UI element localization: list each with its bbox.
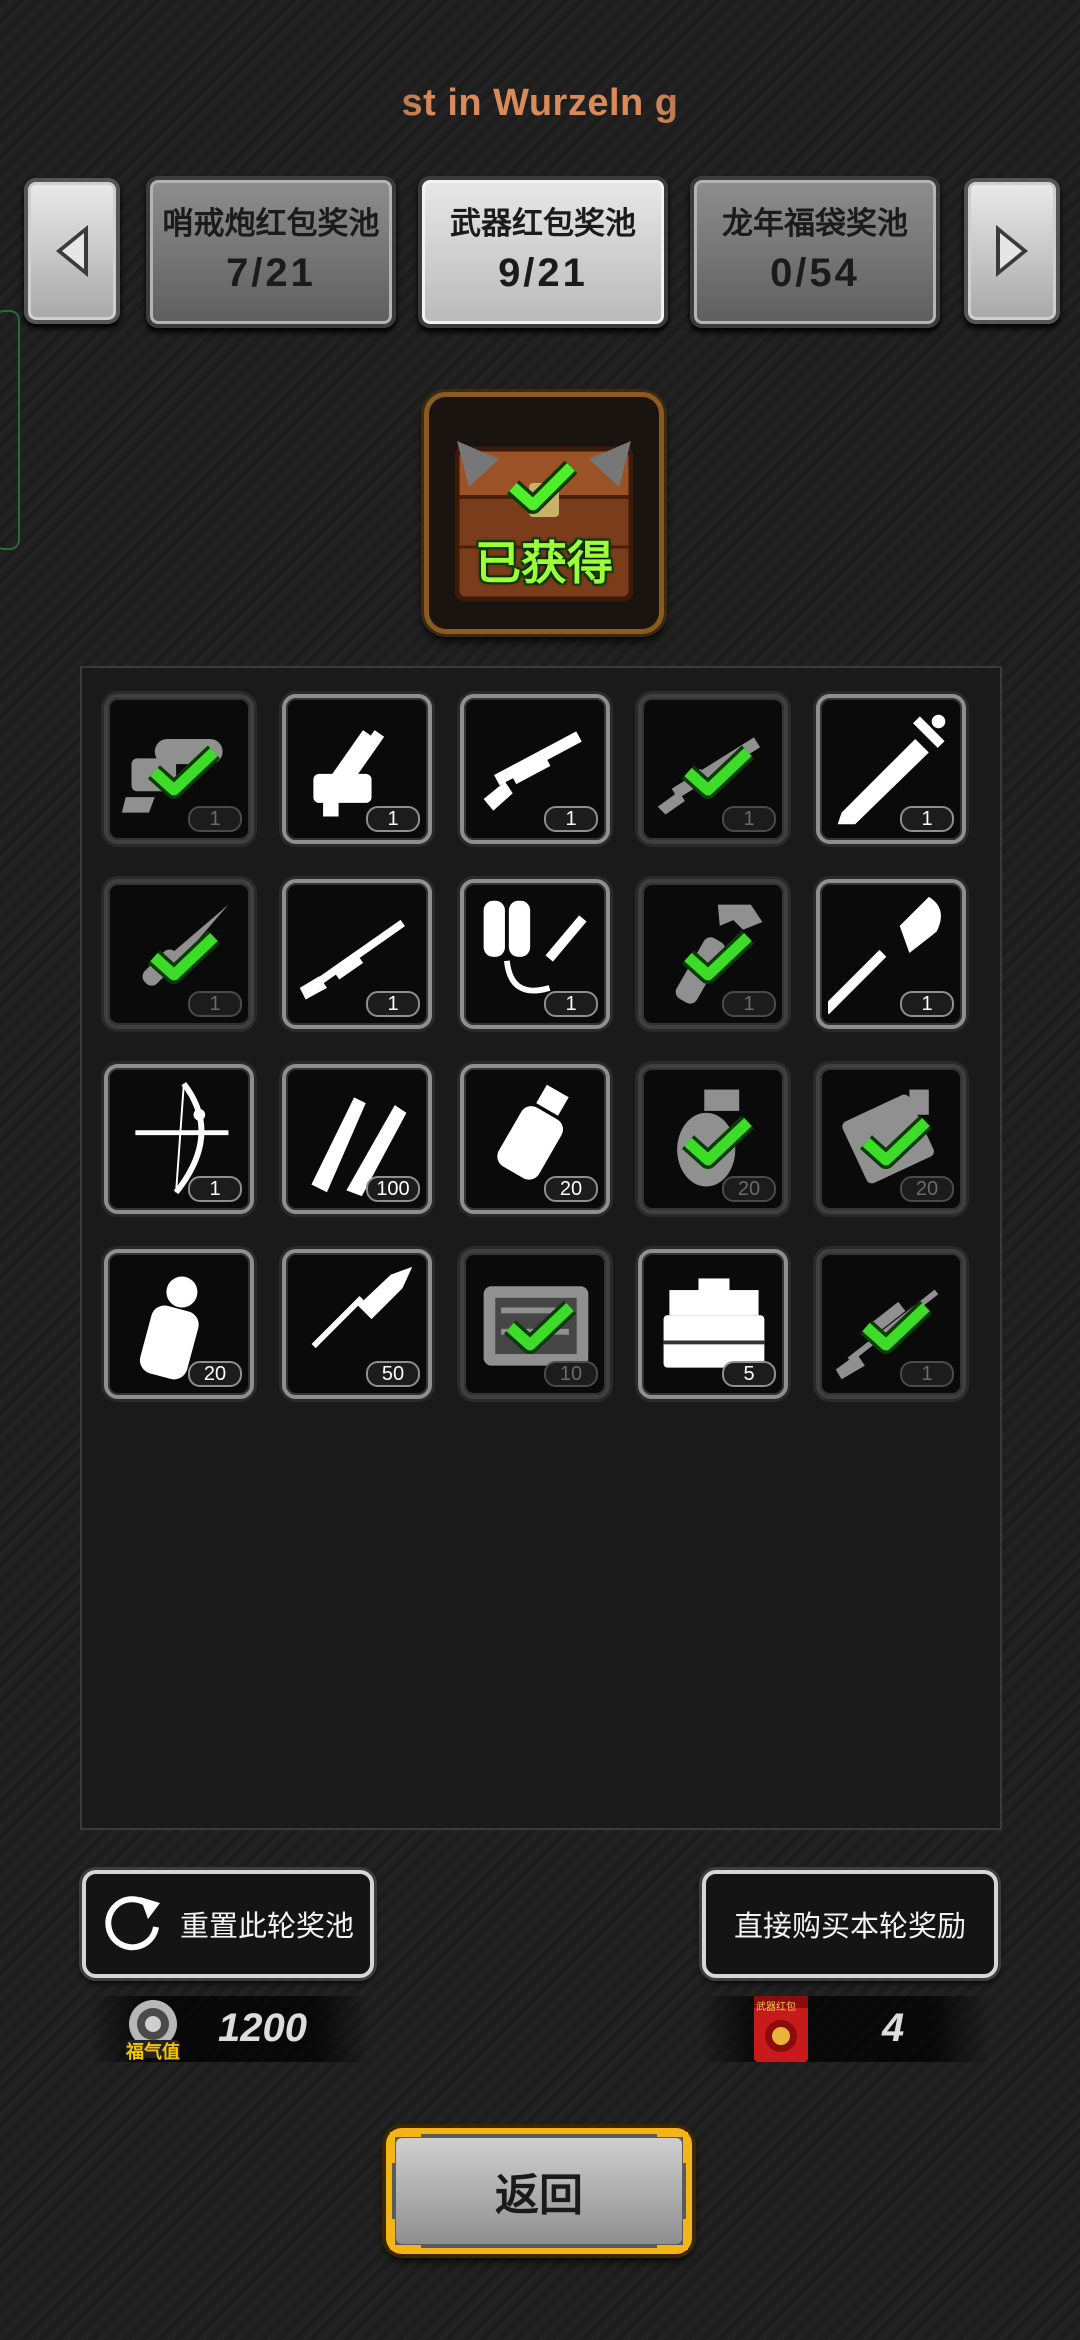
tab-weapon-pool[interactable]: 武器红包奖池 9/21 xyxy=(418,176,668,328)
prev-pool-button[interactable] xyxy=(24,178,120,324)
obtained-label: 已获得 xyxy=(475,537,613,589)
reward-slot[interactable]: 5 xyxy=(638,1249,788,1399)
reward-quantity: 1 xyxy=(188,991,242,1017)
next-pool-button[interactable] xyxy=(964,178,1060,324)
reset-pool-button[interactable]: 重置此轮奖池 xyxy=(82,1870,374,1978)
back-label: 返回 xyxy=(495,2171,583,2220)
arrow-right-icon xyxy=(996,225,1028,277)
side-panel-edge[interactable] xyxy=(0,310,20,550)
reward-quantity: 20 xyxy=(188,1361,242,1387)
buy-rewards-label: 直接购买本轮奖励 xyxy=(733,1911,966,1943)
red-envelope-caption: 武器红包 xyxy=(756,2002,796,2013)
reward-slot[interactable]: 1 xyxy=(460,694,610,844)
tab-progress: 0/54 xyxy=(770,251,860,295)
reward-slot[interactable]: 1 xyxy=(816,694,966,844)
grand-prize-chest[interactable]: 已获得 xyxy=(424,392,664,634)
scrolling-title: st in Wurzeln g xyxy=(401,82,679,124)
reward-slot[interactable]: 20 xyxy=(638,1064,788,1214)
reward-quantity: 1 xyxy=(900,1361,954,1387)
reward-slot[interactable]: 100 xyxy=(282,1064,432,1214)
checkmark-icon xyxy=(682,745,754,799)
reward-quantity: 100 xyxy=(366,1176,420,1202)
checkmark-icon xyxy=(860,1115,932,1169)
reward-quantity: 1 xyxy=(188,1176,242,1202)
reward-quantity: 20 xyxy=(900,1176,954,1202)
reward-slot[interactable]: 20 xyxy=(460,1064,610,1214)
reward-slot[interactable]: 1 xyxy=(460,879,610,1029)
reward-quantity: 1 xyxy=(722,991,776,1017)
reward-slot[interactable]: 1 xyxy=(104,694,254,844)
checkmark-icon xyxy=(507,460,577,514)
reward-slot[interactable]: 1 xyxy=(282,694,432,844)
reward-quantity: 20 xyxy=(722,1176,776,1202)
reward-slot[interactable]: 1 xyxy=(638,694,788,844)
checkmark-icon xyxy=(148,745,220,799)
refresh-icon xyxy=(105,1896,160,1951)
checkmark-icon xyxy=(148,930,220,984)
reward-quantity: 1 xyxy=(544,991,598,1017)
reset-pool-label: 重置此轮奖池 xyxy=(179,1911,354,1943)
reward-slot[interactable]: 20 xyxy=(816,1064,966,1214)
tab-progress: 7/21 xyxy=(226,251,316,295)
checkmark-icon xyxy=(682,930,754,984)
reward-quantity: 1 xyxy=(900,806,954,832)
fortune-points-value: 1200 xyxy=(218,2006,307,2050)
reward-quantity: 1 xyxy=(900,991,954,1017)
checkmark-icon xyxy=(860,1300,932,1354)
reward-slot[interactable]: 1 xyxy=(104,879,254,1029)
reward-quantity: 1 xyxy=(366,806,420,832)
reward-slot[interactable]: 1 xyxy=(282,879,432,1029)
back-button[interactable]: 返回 xyxy=(386,2128,692,2254)
reward-quantity: 20 xyxy=(544,1176,598,1202)
frame-corner xyxy=(390,2132,421,2163)
tab-title: 龙年福袋奖池 xyxy=(722,206,908,241)
reward-slot[interactable]: 50 xyxy=(282,1249,432,1399)
frame-corner xyxy=(657,2219,688,2250)
reward-quantity: 10 xyxy=(544,1361,598,1387)
fortune-points-bar: 福气值 1200 xyxy=(90,1996,370,2062)
tab-dragon-year-pool[interactable]: 龙年福袋奖池 0/54 xyxy=(690,176,940,328)
reward-slot[interactable]: 1 xyxy=(816,1249,966,1399)
tab-title: 武器红包奖池 xyxy=(450,206,636,241)
arrow-left-icon xyxy=(56,225,88,277)
reward-quantity: 5 xyxy=(722,1361,776,1387)
tab-title: 哨戒炮红包奖池 xyxy=(162,206,380,241)
reward-slot[interactable]: 10 xyxy=(460,1249,610,1399)
tab-sentry-gun-pool[interactable]: 哨戒炮红包奖池 7/21 xyxy=(146,176,396,328)
checkmark-icon xyxy=(504,1300,576,1354)
checkmark-icon xyxy=(682,1115,754,1169)
reward-slot[interactable]: 20 xyxy=(104,1249,254,1399)
weapon-envelope-bar: 武器红包 4 xyxy=(700,1996,990,2062)
reward-quantity: 1 xyxy=(188,806,242,832)
buy-rewards-button[interactable]: 直接购买本轮奖励 xyxy=(702,1870,998,1978)
reward-quantity: 1 xyxy=(366,991,420,1017)
fortune-coin-caption: 福气值 xyxy=(126,2042,180,2062)
tab-progress: 9/21 xyxy=(498,251,588,295)
reward-quantity: 50 xyxy=(366,1361,420,1387)
weapon-envelope-count: 4 xyxy=(882,2006,905,2050)
frame-corner xyxy=(657,2132,688,2163)
reward-slot[interactable]: 1 xyxy=(638,879,788,1029)
frame-corner xyxy=(390,2219,421,2250)
reward-quantity: 1 xyxy=(722,806,776,832)
reward-quantity: 1 xyxy=(544,806,598,832)
reward-slot[interactable]: 1 xyxy=(816,879,966,1029)
reward-slot[interactable]: 1 xyxy=(104,1064,254,1214)
